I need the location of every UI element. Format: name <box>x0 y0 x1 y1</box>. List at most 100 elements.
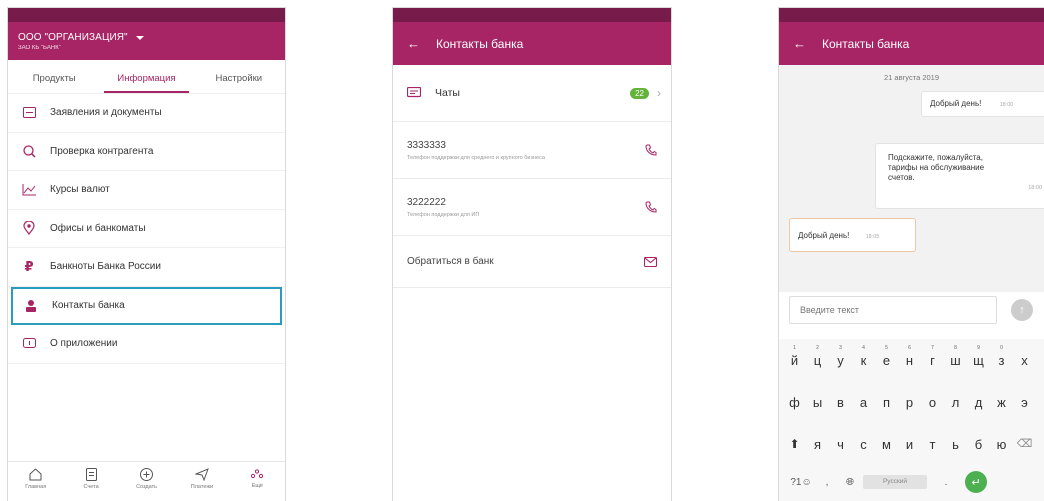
message-text: Добрый день! <box>798 231 850 240</box>
message-text: Добрый день! <box>930 99 982 108</box>
ruble-icon: ₽ <box>24 258 34 274</box>
message-time: 18:00 <box>999 102 1014 108</box>
backspace-icon[interactable]: ⌫ <box>1013 427 1036 457</box>
key[interactable]: с <box>852 427 875 457</box>
chats-row[interactable]: Чаты 22 › <box>393 65 671 122</box>
message-time: 18:05 <box>865 234 880 240</box>
nav-create[interactable]: Создать <box>119 462 174 501</box>
menu-item-offices-atms[interactable]: Офисы и банкоматы <box>8 210 285 248</box>
phone-contact-row[interactable]: 3333333 Телефон поддержки для среднего и… <box>393 122 671 179</box>
space-key[interactable]: Русский <box>863 475 927 489</box>
nav-more[interactable]: Ещё <box>230 462 285 501</box>
key[interactable]: 9щ <box>967 343 990 373</box>
key[interactable]: 3у <box>829 343 852 373</box>
globe-icon[interactable]: 🌐︎ <box>837 467 863 497</box>
key[interactable]: ж <box>990 385 1013 415</box>
nav-accounts[interactable]: Счета <box>63 462 118 501</box>
tab-settings[interactable]: Настройки <box>193 60 285 93</box>
enter-icon: ↵ <box>971 476 981 489</box>
key[interactable]: ь <box>944 427 967 457</box>
app-bar: ← Контакты банка <box>393 22 671 65</box>
nav-label: Создать <box>136 484 157 490</box>
chevron-down-icon[interactable] <box>135 35 144 40</box>
message-input[interactable] <box>789 296 997 324</box>
key[interactable]: 5е <box>875 343 898 373</box>
key[interactable]: б <box>967 427 990 457</box>
menu-item-banknotes[interactable]: ₽ Банкноты Банка России <box>8 248 285 287</box>
enter-key[interactable]: ↵ <box>965 471 987 493</box>
key[interactable]: д <box>967 385 990 415</box>
mail-icon[interactable] <box>644 256 657 267</box>
key[interactable]: л <box>944 385 967 415</box>
key[interactable]: ч <box>829 427 852 457</box>
comma-key[interactable]: , <box>817 467 837 497</box>
chat-messages: 21 августа 2019 Добрый день! 18:00 Подск… <box>779 65 1044 292</box>
key[interactable]: и <box>898 427 921 457</box>
key[interactable]: 1й <box>783 343 806 373</box>
on-screen-keyboard: 1й 2ц 3у 4к 5е 6н 7г 8ш 9щ 0з х ф ы в а … <box>779 339 1044 501</box>
home-icon <box>29 468 42 481</box>
org-header[interactable]: ООО "ОРГАНИЗАЦИЯ" ЗАО КБ "БАНК" <box>8 22 285 60</box>
menu-item-about[interactable]: О приложении <box>8 325 285 364</box>
nav-label: Счета <box>83 484 99 490</box>
nav-home[interactable]: Главная <box>8 462 63 501</box>
menu-item-label: Банкноты Банка России <box>50 261 161 273</box>
location-icon <box>20 219 38 237</box>
tab-bar: Продукты Информация Настройки <box>8 60 285 94</box>
key[interactable]: а <box>852 385 875 415</box>
key[interactable]: 8ш <box>944 343 967 373</box>
key[interactable]: в <box>829 385 852 415</box>
shift-icon[interactable]: ⬆ <box>783 427 806 457</box>
phone-contact-row[interactable]: 3222222 Телефон поддержки для ИП <box>393 179 671 236</box>
menu-item-label: Офисы и банкоматы <box>50 222 146 234</box>
key[interactable]: 7г <box>921 343 944 373</box>
key[interactable]: 0з <box>990 343 1013 373</box>
chat-icon <box>407 87 421 99</box>
info-menu: Заявления и документы Проверка контраген… <box>8 94 285 364</box>
message-outgoing: Подскажите, пожалуйста, тарифы на обслуж… <box>875 143 1044 209</box>
key[interactable]: ы <box>806 385 829 415</box>
send-icon <box>194 468 209 481</box>
chats-label: Чаты <box>435 87 460 99</box>
message-composer: ↑ <box>789 296 1044 324</box>
key[interactable]: т <box>921 427 944 457</box>
phone-number: 3222222 <box>407 196 446 208</box>
phone-icon[interactable] <box>645 201 657 213</box>
menu-item-label: Контакты банка <box>52 300 125 312</box>
menu-item-exchange-rates[interactable]: Курсы валют <box>8 171 285 210</box>
key[interactable]: м <box>875 427 898 457</box>
key[interactable]: 4к <box>852 343 875 373</box>
key[interactable]: о <box>921 385 944 415</box>
arrow-up-icon: ↑ <box>1019 304 1025 316</box>
app-bar: ← Контакты банка <box>779 22 1044 65</box>
status-bar <box>779 8 1044 22</box>
date-separator: 21 августа 2019 <box>883 73 940 82</box>
phone-icon[interactable] <box>645 144 657 156</box>
key[interactable]: я <box>806 427 829 457</box>
phone-number: 3333333 <box>407 139 446 151</box>
key[interactable]: ф <box>783 385 806 415</box>
back-arrow-icon[interactable]: ← <box>407 36 420 51</box>
key[interactable]: х <box>1013 343 1036 373</box>
period-key[interactable]: . <box>927 467 965 497</box>
nav-label: Главная <box>25 484 47 490</box>
key[interactable]: п <box>875 385 898 415</box>
symbols-key[interactable]: ?1☺ <box>785 467 817 497</box>
send-button[interactable]: ↑ <box>1011 299 1033 321</box>
menu-item-bank-contacts[interactable]: Контакты банка <box>11 286 282 325</box>
key[interactable]: э <box>1013 385 1036 415</box>
contacts-icon <box>22 297 40 315</box>
menu-item-counterparty-check[interactable]: Проверка контрагента <box>8 133 285 171</box>
key[interactable]: 6н <box>898 343 921 373</box>
key[interactable]: р <box>898 385 921 415</box>
menu-item-documents[interactable]: Заявления и документы <box>8 94 285 133</box>
tab-products[interactable]: Продукты <box>8 60 100 93</box>
status-bar <box>393 8 671 22</box>
key[interactable]: ю <box>990 427 1013 457</box>
nav-label: Платежи <box>190 484 214 490</box>
tab-information[interactable]: Информация <box>100 60 192 93</box>
key[interactable]: 2ц <box>806 343 829 373</box>
nav-payments[interactable]: Платежи <box>174 462 229 501</box>
back-arrow-icon[interactable]: ← <box>793 36 806 51</box>
contact-bank-row[interactable]: Обратиться в банк <box>393 236 671 288</box>
